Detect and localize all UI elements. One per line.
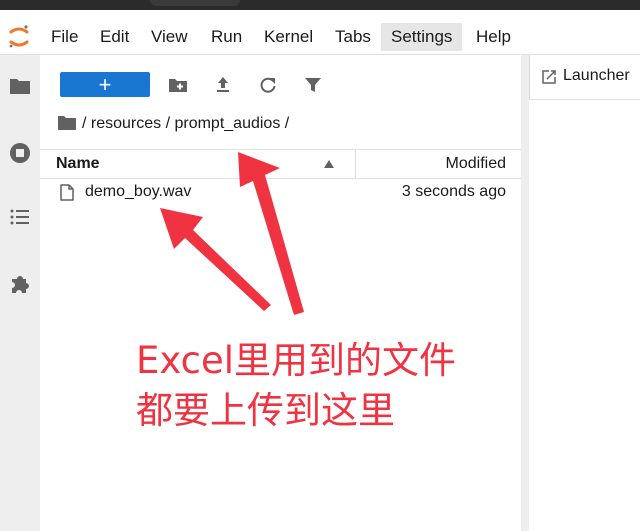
column-modified-header[interactable]: Modified: [446, 155, 506, 173]
menubar: File Edit View Run Kernel Tabs Settings …: [0, 10, 640, 55]
column-separator[interactable]: [355, 150, 356, 178]
new-launcher-button[interactable]: +: [60, 72, 150, 97]
toc-icon[interactable]: [9, 206, 31, 228]
menu-run[interactable]: Run: [211, 27, 242, 47]
breadcrumb-path[interactable]: / resources / prompt_audios /: [82, 115, 289, 132]
left-sidebar: [0, 55, 41, 531]
file-icon: [60, 184, 74, 201]
sort-ascending-icon[interactable]: [324, 160, 334, 168]
panel-resize-handle[interactable]: [521, 55, 529, 531]
menu-settings[interactable]: Settings: [381, 23, 463, 51]
new-folder-icon[interactable]: [168, 75, 188, 95]
annotation-line-1: Excel里用到的文件: [136, 339, 457, 382]
file-list-header: Name Modified: [40, 149, 521, 179]
extension-icon[interactable]: [9, 273, 31, 295]
menu-file[interactable]: File: [51, 27, 78, 47]
column-name-header[interactable]: Name: [56, 155, 100, 173]
jupyter-logo-icon: [9, 25, 29, 48]
window-top-strip: [0, 0, 640, 10]
breadcrumb-folder-icon[interactable]: [58, 115, 76, 130]
tab-launcher-label: Launcher: [563, 67, 630, 84]
file-row[interactable]: demo_boy.wav 3 seconds ago: [40, 178, 521, 208]
launcher-icon: [542, 70, 556, 84]
menu-help[interactable]: Help: [476, 27, 511, 47]
main-area: Launcher: [529, 55, 640, 531]
menu-view[interactable]: View: [151, 27, 188, 47]
annotation-line-2: 都要上传到这里: [136, 389, 395, 432]
tab-launcher[interactable]: Launcher: [529, 55, 640, 99]
main-tabbar: Launcher: [529, 55, 640, 100]
menu-kernel[interactable]: Kernel: [264, 27, 313, 47]
annotation-note: Excel里用到的文件 都要上传到这里: [136, 336, 456, 436]
filter-icon[interactable]: [303, 75, 323, 95]
file-modified: 3 seconds ago: [401, 183, 506, 200]
menu-edit[interactable]: Edit: [100, 27, 129, 47]
breadcrumb: / resources / prompt_audios /: [58, 115, 289, 133]
refresh-icon[interactable]: [258, 75, 278, 95]
browser-tab-shape: [150, 0, 240, 6]
folder-icon[interactable]: [9, 75, 31, 97]
running-icon[interactable]: [9, 142, 31, 164]
upload-icon[interactable]: [213, 75, 233, 95]
menu-tabs[interactable]: Tabs: [335, 27, 371, 47]
file-browser-panel: + / resources / prompt_audios / Name Mod…: [40, 55, 521, 531]
file-name[interactable]: demo_boy.wav: [85, 183, 191, 201]
